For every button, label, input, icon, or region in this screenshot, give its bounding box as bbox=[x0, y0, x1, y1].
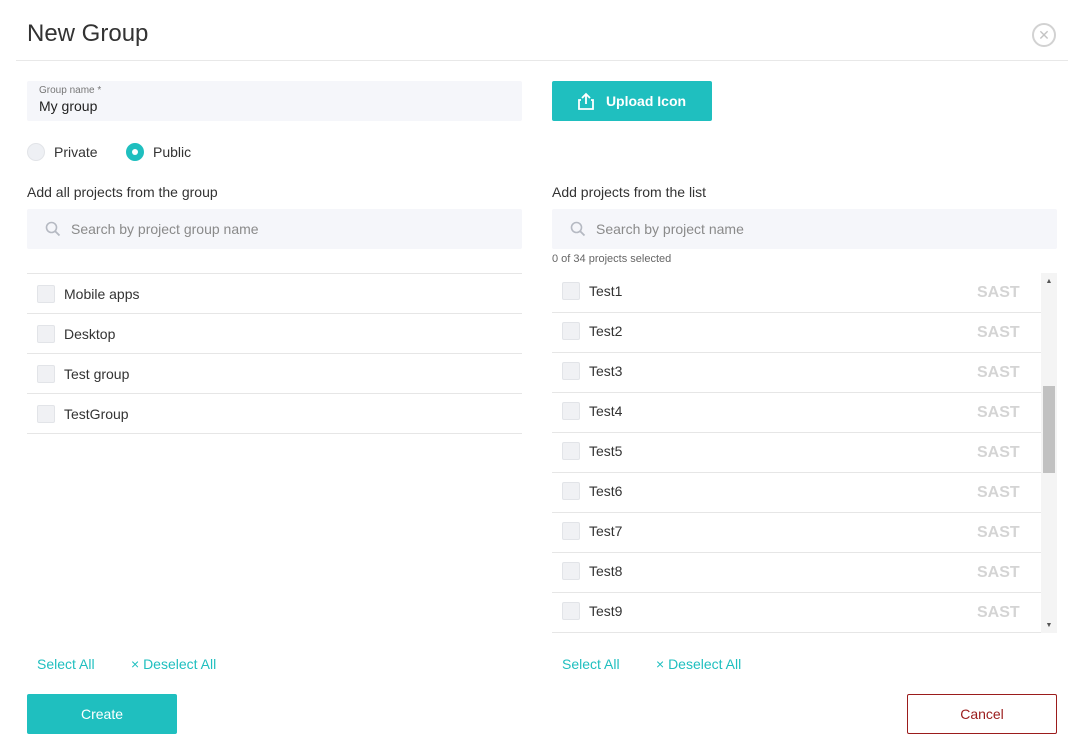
group-label: Test group bbox=[64, 365, 130, 382]
project-checkbox[interactable] bbox=[562, 401, 580, 420]
project-label: Test1 bbox=[589, 282, 623, 299]
group-label: TestGroup bbox=[64, 405, 129, 422]
project-checkbox[interactable] bbox=[562, 481, 580, 500]
page-title: New Group bbox=[27, 20, 149, 47]
list-item[interactable]: Test group bbox=[27, 354, 522, 394]
selection-count: 0 of 34 projects selected bbox=[552, 253, 672, 265]
group-search-box[interactable] bbox=[27, 209, 522, 249]
project-label: Test6 bbox=[589, 482, 623, 499]
search-icon bbox=[570, 221, 586, 237]
project-type-badge: SAST bbox=[977, 364, 1020, 381]
list-item[interactable]: Test5 SAST bbox=[552, 433, 1057, 473]
project-type-badge: SAST bbox=[977, 484, 1020, 501]
group-checkbox[interactable] bbox=[37, 324, 55, 343]
group-label: Mobile apps bbox=[64, 285, 140, 302]
list-item[interactable]: Test4 SAST bbox=[552, 393, 1057, 433]
project-type-badge: SAST bbox=[977, 444, 1020, 461]
scroll-down-icon[interactable]: ▼ bbox=[1041, 617, 1057, 633]
project-list: Test1 SAST Test2 SAST Test3 SAST Test4 S… bbox=[552, 273, 1057, 633]
search-icon bbox=[45, 221, 61, 237]
scroll-up-icon[interactable]: ▲ bbox=[1041, 273, 1057, 289]
cancel-button[interactable]: Cancel bbox=[907, 694, 1057, 734]
left-deselect-all-link[interactable]: × Deselect All bbox=[131, 656, 216, 672]
right-select-all-link[interactable]: Select All bbox=[562, 656, 620, 672]
list-item[interactable]: Test2 SAST bbox=[552, 313, 1057, 353]
project-checkbox[interactable] bbox=[562, 441, 580, 460]
right-section-heading: Add projects from the list bbox=[552, 184, 707, 200]
project-type-badge: SAST bbox=[977, 404, 1020, 421]
group-name-field[interactable]: Group name * bbox=[27, 81, 522, 121]
group-checkbox[interactable] bbox=[37, 284, 55, 303]
group-checkbox[interactable] bbox=[37, 364, 55, 383]
list-item[interactable]: Test7 SAST bbox=[552, 513, 1057, 553]
create-button[interactable]: Create bbox=[27, 694, 177, 734]
project-label: Test4 bbox=[589, 402, 623, 419]
project-label: Test5 bbox=[589, 442, 623, 459]
radio-private-dot[interactable] bbox=[27, 143, 45, 161]
project-label: Test8 bbox=[589, 562, 623, 579]
project-type-badge: SAST bbox=[977, 564, 1020, 581]
list-item[interactable]: Mobile apps bbox=[27, 274, 522, 314]
project-checkbox[interactable] bbox=[562, 561, 580, 580]
project-label: Test9 bbox=[589, 602, 623, 619]
project-checkbox[interactable] bbox=[562, 321, 580, 340]
project-type-badge: SAST bbox=[977, 284, 1020, 301]
project-label: Test3 bbox=[589, 362, 623, 379]
project-checkbox[interactable] bbox=[562, 601, 580, 620]
left-select-all-link[interactable]: Select All bbox=[37, 656, 95, 672]
list-item[interactable]: Test6 SAST bbox=[552, 473, 1057, 513]
project-checkbox[interactable] bbox=[562, 281, 580, 300]
list-item[interactable]: Test1 SAST bbox=[552, 273, 1057, 313]
close-icon[interactable]: ✕ bbox=[1032, 23, 1056, 47]
group-list: Mobile apps Desktop Test group TestGroup bbox=[27, 273, 522, 434]
project-type-badge: SAST bbox=[977, 324, 1020, 341]
header-divider bbox=[16, 60, 1068, 61]
left-section-heading: Add all projects from the group bbox=[27, 184, 218, 200]
upload-icon-button[interactable]: Upload Icon bbox=[552, 81, 712, 121]
project-checkbox[interactable] bbox=[562, 521, 580, 540]
project-search-input[interactable] bbox=[596, 221, 996, 237]
group-name-input[interactable] bbox=[39, 97, 510, 115]
right-deselect-all-link[interactable]: × Deselect All bbox=[656, 656, 741, 672]
upload-icon-label: Upload Icon bbox=[605, 93, 687, 109]
list-item[interactable]: Test8 SAST bbox=[552, 553, 1057, 593]
list-item[interactable]: Desktop bbox=[27, 314, 522, 354]
list-item[interactable]: TestGroup bbox=[27, 394, 522, 434]
project-search-box[interactable] bbox=[552, 209, 1057, 249]
group-checkbox[interactable] bbox=[37, 404, 55, 423]
group-search-input[interactable] bbox=[71, 221, 471, 237]
project-type-badge: SAST bbox=[977, 524, 1020, 541]
radio-public-label: Public bbox=[153, 144, 192, 160]
radio-private[interactable]: Private bbox=[27, 143, 98, 161]
radio-public-dot[interactable] bbox=[126, 143, 144, 161]
radio-private-label: Private bbox=[54, 144, 98, 160]
group-label: Desktop bbox=[64, 325, 116, 342]
upload-icon bbox=[578, 92, 594, 110]
radio-public[interactable]: Public bbox=[126, 143, 191, 161]
group-name-label: Group name * bbox=[39, 85, 102, 96]
project-label: Test7 bbox=[589, 522, 623, 539]
project-checkbox[interactable] bbox=[562, 361, 580, 380]
project-type-badge: SAST bbox=[977, 604, 1020, 621]
list-item[interactable]: Test3 SAST bbox=[552, 353, 1057, 393]
list-item[interactable]: Test9 SAST bbox=[552, 593, 1057, 633]
scrollbar-thumb[interactable] bbox=[1043, 386, 1055, 473]
project-label: Test2 bbox=[589, 322, 623, 339]
